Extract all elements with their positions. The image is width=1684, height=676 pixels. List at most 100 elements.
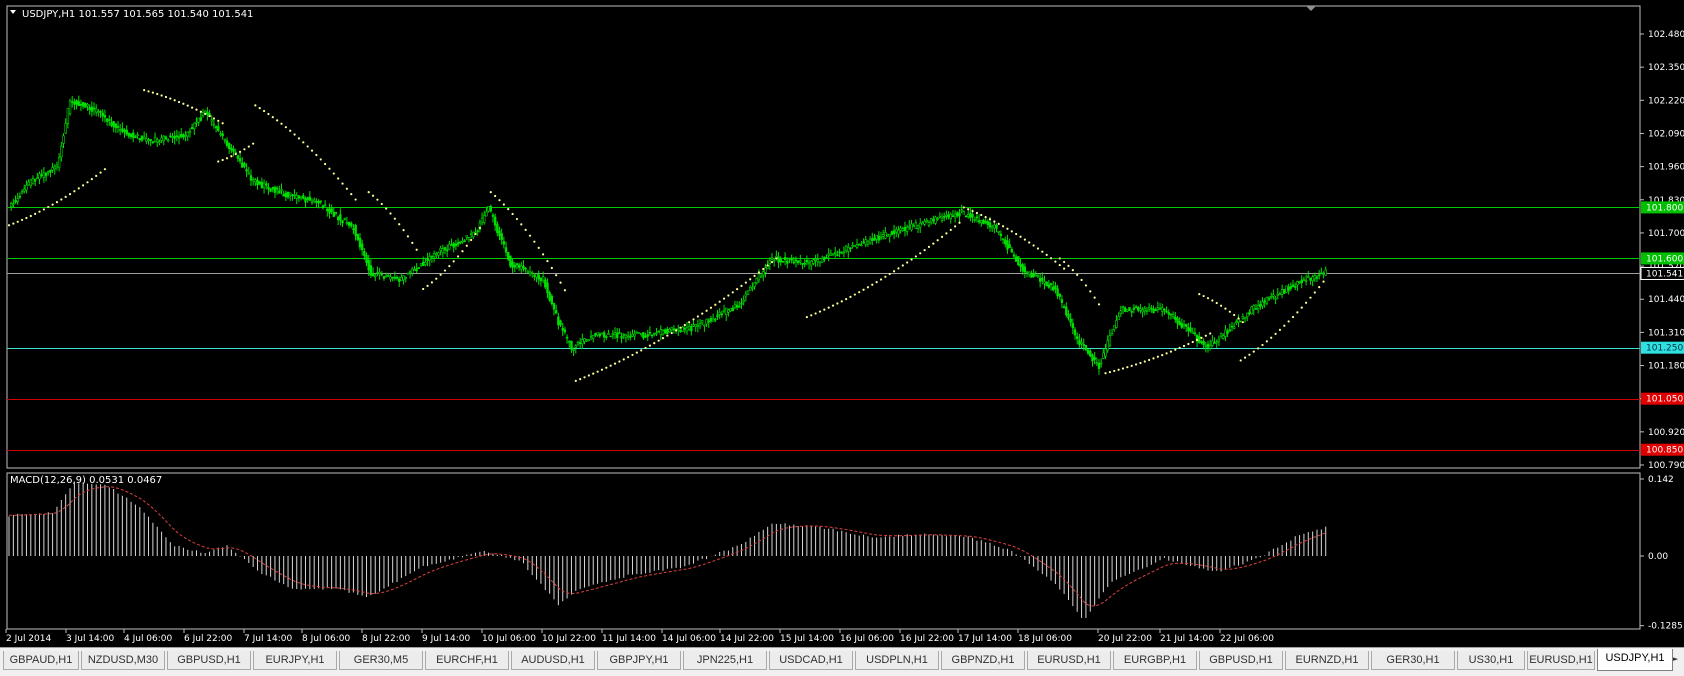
psar-dot bbox=[727, 294, 730, 297]
psar-dot bbox=[489, 191, 492, 194]
candle bbox=[790, 257, 793, 261]
candle bbox=[44, 172, 48, 177]
price-axis-label: 101.180 bbox=[1648, 362, 1684, 372]
psar-dot bbox=[971, 209, 974, 213]
candle bbox=[64, 123, 67, 134]
triangle-down-icon[interactable] bbox=[10, 10, 16, 14]
candle bbox=[1034, 274, 1037, 277]
psar-dot bbox=[1305, 301, 1308, 304]
chart-tab[interactable]: EURUSD,H1 bbox=[1027, 651, 1111, 670]
candle bbox=[949, 214, 952, 219]
candle bbox=[269, 189, 272, 192]
candle bbox=[1017, 256, 1020, 266]
candle bbox=[814, 259, 817, 261]
chart-tab[interactable]: EURUSD,H1 bbox=[1527, 651, 1595, 670]
candle bbox=[1134, 306, 1138, 309]
candle bbox=[762, 271, 765, 276]
chart-tab[interactable]: GBPAUD,H1 bbox=[3, 651, 79, 670]
psar-dot bbox=[875, 281, 878, 284]
psar-dot bbox=[901, 264, 904, 267]
psar-dot bbox=[644, 346, 647, 350]
candle bbox=[903, 226, 907, 231]
chart-tab[interactable]: AUDUSD,H1 bbox=[511, 651, 595, 670]
chart-tab[interactable]: GER30,H1 bbox=[1371, 651, 1455, 670]
candle bbox=[84, 102, 87, 108]
chart-tab[interactable]: EURCHF,H1 bbox=[425, 651, 509, 670]
psar-dot bbox=[243, 148, 246, 151]
candle bbox=[1115, 320, 1118, 328]
chart-tab[interactable]: GER30,M5 bbox=[339, 651, 423, 670]
candle bbox=[886, 233, 889, 237]
candle bbox=[1291, 284, 1295, 288]
chart-area[interactable]: USDJPY,H1 101.557 101.565 101.540 101.54… bbox=[0, 0, 1684, 647]
chart-tab[interactable]: GBPUSD,H1 bbox=[1199, 651, 1283, 670]
candle bbox=[73, 101, 76, 105]
candle bbox=[129, 133, 133, 137]
chart-tab[interactable]: USDJPY,H1 bbox=[1597, 649, 1673, 671]
psar-dot bbox=[280, 122, 283, 125]
candle bbox=[55, 164, 59, 167]
candle bbox=[818, 261, 822, 264]
chart-tab[interactable]: EURJPY,H1 bbox=[253, 651, 337, 670]
candle bbox=[145, 138, 148, 142]
candle bbox=[1311, 276, 1314, 282]
chart-tab[interactable]: EURNZD,H1 bbox=[1285, 651, 1369, 670]
candle bbox=[912, 225, 915, 228]
candle bbox=[219, 133, 222, 136]
psar-dot bbox=[1215, 301, 1218, 305]
candle bbox=[875, 234, 878, 240]
chart-tab[interactable]: GBPJPY,H1 bbox=[597, 651, 681, 670]
candle bbox=[698, 323, 702, 327]
chart-shift-icon[interactable] bbox=[1306, 6, 1316, 11]
candle bbox=[108, 119, 111, 121]
candle bbox=[358, 237, 362, 248]
candle bbox=[339, 214, 342, 221]
psar-dot bbox=[1291, 315, 1295, 319]
candle bbox=[241, 162, 244, 168]
chart-tab[interactable]: NZDUSD,M30 bbox=[81, 651, 165, 670]
candle bbox=[1276, 293, 1279, 296]
psar-dot bbox=[393, 217, 396, 220]
chart-tab[interactable]: USDCAD,H1 bbox=[769, 651, 853, 670]
chart-tab[interactable]: JPN225,H1 bbox=[683, 651, 767, 670]
candle bbox=[206, 111, 209, 116]
candle bbox=[855, 244, 859, 248]
candle bbox=[88, 107, 91, 110]
psar-dot bbox=[1257, 347, 1260, 350]
psar-dot bbox=[324, 162, 327, 166]
candle bbox=[1289, 286, 1293, 289]
candle bbox=[748, 286, 752, 291]
candle bbox=[195, 121, 198, 124]
psar-dot bbox=[1041, 250, 1044, 253]
candle bbox=[657, 330, 660, 333]
chart-tab[interactable]: GBPNZD,H1 bbox=[941, 651, 1025, 670]
chart-tab[interactable]: USDPLN,H1 bbox=[855, 651, 939, 670]
chart-tab[interactable]: EURGBP,H1 bbox=[1113, 651, 1197, 670]
candle bbox=[650, 334, 654, 337]
chart-tab[interactable]: US30,H1 bbox=[1457, 651, 1525, 670]
price-axis-label: 101.310 bbox=[1648, 328, 1684, 338]
candle bbox=[895, 229, 898, 233]
candle bbox=[1041, 278, 1044, 281]
candle bbox=[1256, 305, 1260, 310]
candle bbox=[347, 221, 351, 226]
psar-dot bbox=[310, 149, 314, 152]
candle bbox=[598, 333, 601, 337]
psar-dot bbox=[670, 331, 673, 335]
candle bbox=[971, 214, 974, 218]
candle bbox=[363, 251, 366, 256]
candle bbox=[770, 257, 774, 260]
candle bbox=[426, 258, 429, 261]
candle bbox=[1232, 326, 1236, 329]
chart-tab[interactable]: GBPUSD,H1 bbox=[167, 651, 251, 670]
candle bbox=[201, 112, 205, 117]
candle bbox=[175, 135, 179, 138]
macd-axis-label: 0.00 bbox=[1648, 552, 1668, 562]
psar-dot bbox=[648, 344, 652, 347]
psar-dot bbox=[415, 248, 418, 251]
candle bbox=[432, 253, 436, 258]
candle bbox=[1143, 308, 1146, 312]
psar-dot bbox=[1015, 232, 1018, 236]
candle bbox=[945, 214, 948, 217]
candle bbox=[986, 221, 990, 225]
